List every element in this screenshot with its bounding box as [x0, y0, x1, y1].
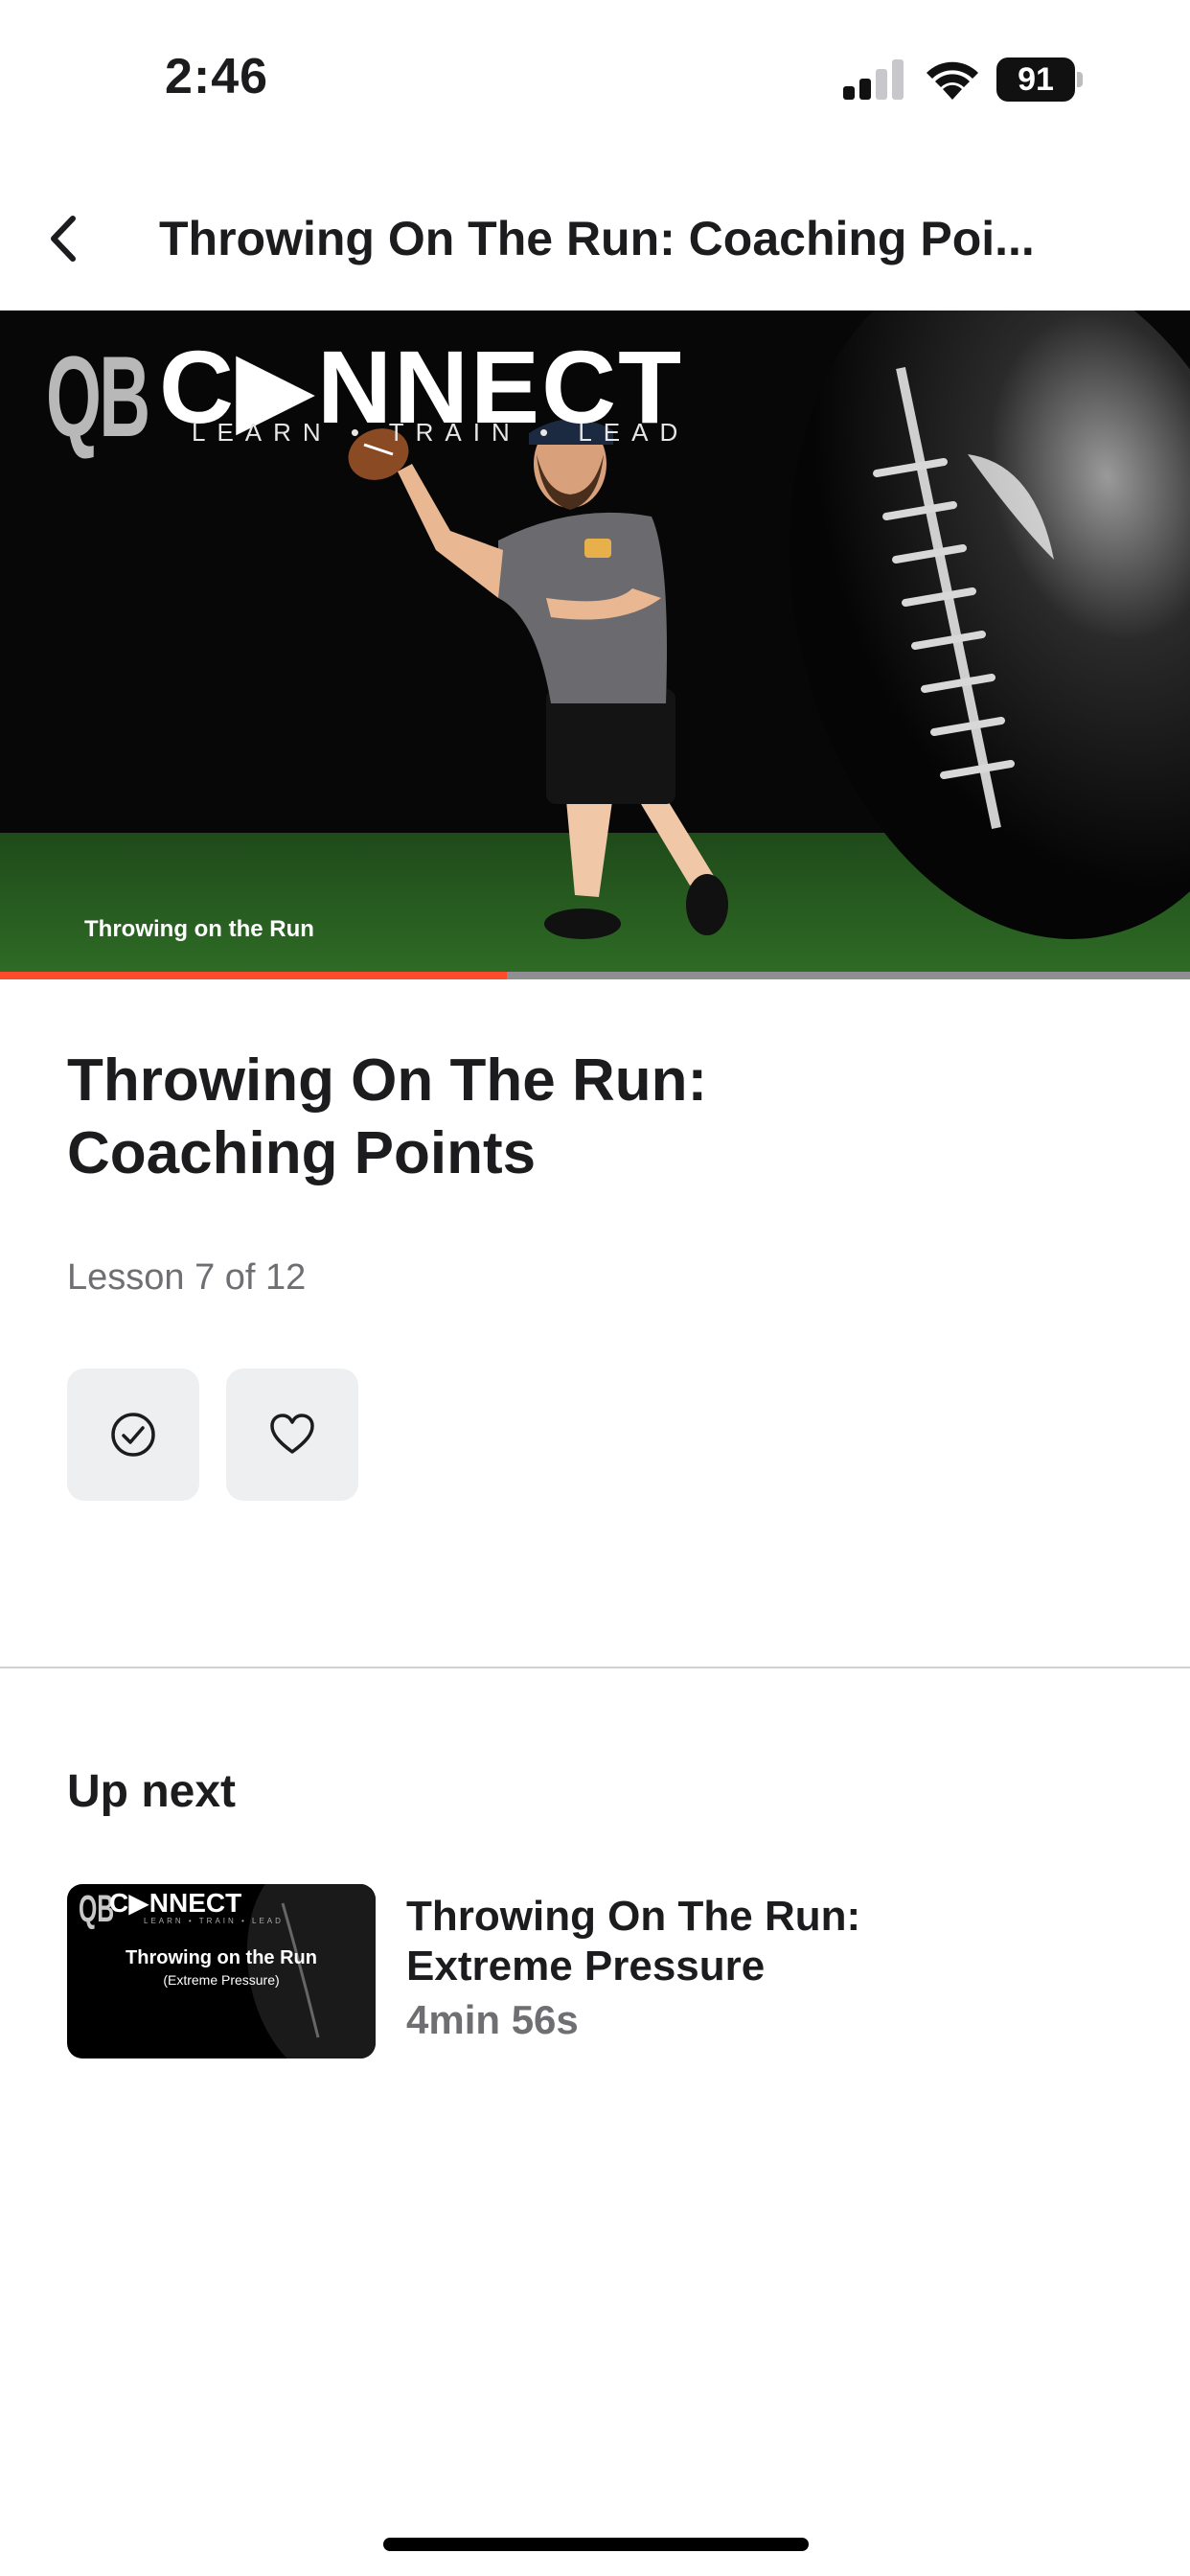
video-logo-tagline: LEARN • TRAIN • LEAD: [192, 418, 690, 447]
chevron-left-icon: [51, 216, 76, 262]
heart-icon: [270, 1414, 314, 1454]
video-caption: Throwing on the Run: [84, 916, 314, 942]
thumbnail-logo-tagline: LEARN • TRAIN • LEAD: [144, 1917, 284, 1925]
nav-title: Throwing On The Run: Coaching Poi...: [159, 212, 1035, 265]
thumbnail-subtitle: (Extreme Pressure): [163, 1972, 280, 1988]
favorite-button[interactable]: [226, 1368, 358, 1501]
up-next-title: Throwing On The Run: Extreme Pressure: [406, 1892, 1077, 1991]
wifi-icon: [927, 61, 978, 100]
home-indicator[interactable]: [383, 2538, 809, 2551]
status-time: 2:46: [165, 49, 269, 104]
status-bar: 2:46 91: [0, 0, 1190, 144]
check-circle-icon: [111, 1413, 155, 1457]
up-next-title-line-1: Throwing On The Run:: [406, 1893, 861, 1940]
mark-complete-button[interactable]: [67, 1368, 199, 1501]
lesson-title-line-2: Coaching Points: [67, 1120, 537, 1186]
back-button[interactable]: [38, 205, 105, 272]
video-progress-bar[interactable]: [0, 972, 1190, 979]
up-next-duration: 4min 56s: [406, 1997, 579, 2042]
up-next-heading: Up next: [67, 1766, 237, 1817]
lesson-title: Throwing On The Run: Coaching Points: [67, 1045, 1025, 1190]
section-divider: [0, 1667, 1190, 1668]
battery-icon: 91: [996, 58, 1085, 102]
video-player[interactable]: QB C▶NNECT LEARN • TRAIN • LEAD Throwing…: [0, 310, 1190, 972]
cellular-signal-icon: [843, 59, 904, 100]
video-logo-prefix: QB: [46, 333, 150, 461]
thumbnail-logo-brand: C▶NNECT: [109, 1888, 242, 1918]
video-progress-fill: [0, 972, 508, 979]
battery-level: 91: [996, 58, 1075, 102]
lesson-count: Lesson 7 of 12: [67, 1257, 307, 1298]
up-next-thumbnail: QB C▶NNECT LEARN • TRAIN • LEAD Throwing…: [67, 1884, 376, 2058]
up-next-item[interactable]: QB C▶NNECT LEARN • TRAIN • LEAD Throwing…: [67, 1884, 1131, 2058]
up-next-title-line-2: Extreme Pressure: [406, 1943, 766, 1990]
thumbnail-title: Throwing on the Run: [126, 1947, 317, 1968]
nav-bar: Throwing On The Run: Coaching Poi...: [0, 182, 1190, 297]
lesson-title-line-1: Throwing On The Run:: [67, 1047, 708, 1114]
